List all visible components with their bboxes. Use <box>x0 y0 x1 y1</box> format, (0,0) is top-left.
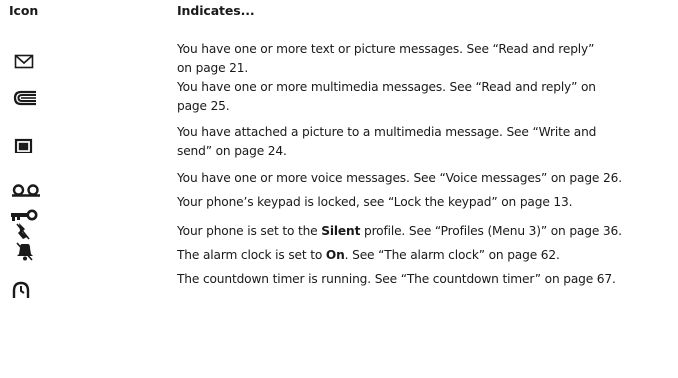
description-line: page 25. <box>177 98 230 113</box>
row-description: You have one or more multimedia messages… <box>177 78 672 115</box>
profile-name: Silent <box>321 224 361 238</box>
description-line: Your phone’s keypad is locked, see “Lock… <box>177 195 573 209</box>
silent-bell-icon <box>0 222 70 261</box>
multimedia-message-icon <box>0 78 70 106</box>
row-description: Your phone is set to the Silent profile.… <box>177 222 672 241</box>
description-line: You have attached a picture to a multime… <box>177 125 597 139</box>
countdown-timer-icon <box>0 270 70 298</box>
setting-value: On <box>325 248 345 262</box>
row-description: You have one or more voice messages. See… <box>177 169 672 188</box>
row-description: The alarm clock is set to On. See “The a… <box>177 246 672 265</box>
picture-attachment-icon <box>0 123 70 153</box>
description-line: You have one or more text or picture mes… <box>177 42 595 56</box>
description-text: . See “The alarm clock” on page 62. <box>344 248 560 262</box>
description-text: profile. See “Profiles (Menu 3)” on page… <box>360 224 622 238</box>
indicates-column-header: Indicates... <box>177 3 255 18</box>
description-text: The alarm clock is set to <box>177 248 326 262</box>
row-description: The countdown timer is running. See “The… <box>177 270 672 289</box>
envelope-icon <box>0 40 70 69</box>
voicemail-icon <box>0 169 70 197</box>
description-line: on page 21. <box>177 60 249 75</box>
description-line: You have one or more voice messages. See… <box>177 171 622 185</box>
description-line: You have one or more multimedia messages… <box>177 80 596 94</box>
row-description: You have attached a picture to a multime… <box>177 123 672 160</box>
description-line: The countdown timer is running. See “The… <box>177 272 616 286</box>
icon-column-header: Icon <box>9 3 39 18</box>
description-line: The alarm clock is set to On. See “The a… <box>177 246 672 265</box>
row-description: Your phone’s keypad is locked, see “Lock… <box>177 193 672 212</box>
description-line: send” on page 24. <box>177 143 287 158</box>
row-description: You have one or more text or picture mes… <box>177 40 672 77</box>
description-line: Your phone is set to the Silent profile.… <box>177 222 672 241</box>
key-lock-icon <box>0 193 70 221</box>
description-text: Your phone is set to the <box>177 224 322 238</box>
